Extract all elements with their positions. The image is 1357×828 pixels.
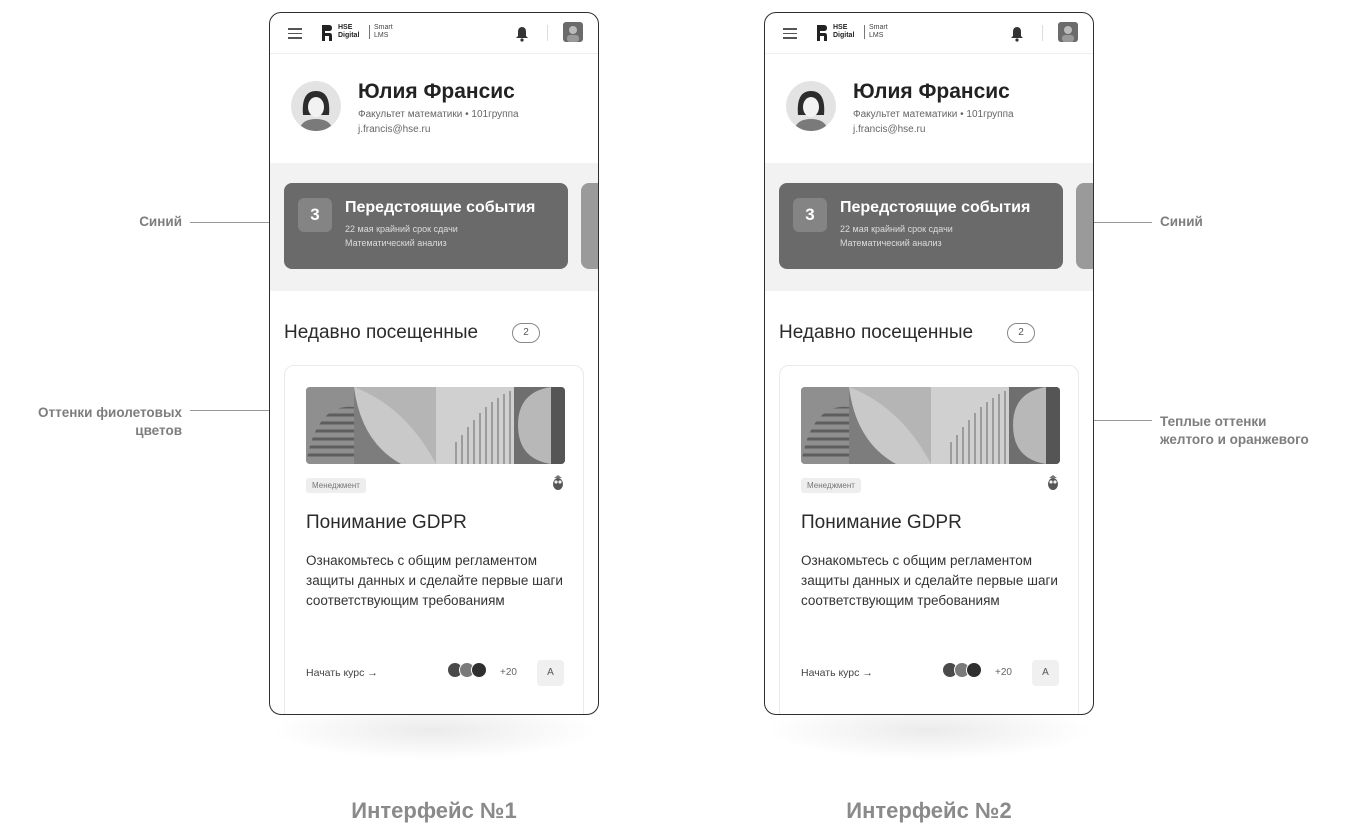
annotation-banner-color-left: Оттенки фиолетовых цветов bbox=[0, 404, 182, 440]
annotation-text: желтого и оранжевого bbox=[1160, 432, 1309, 447]
font-size-button[interactable]: A bbox=[1032, 660, 1059, 686]
app-header: HSE Digital Smart LMS bbox=[765, 13, 1093, 53]
profile-faculty-group: Факультет математики • 101группа bbox=[358, 109, 519, 120]
phone-mockup-2: HSE Digital Smart LMS Юлия Франсис Факульт… bbox=[764, 12, 1094, 715]
font-size-button[interactable]: A bbox=[537, 660, 564, 686]
event-deadline: 22 мая крайний срок сдачи bbox=[345, 224, 458, 234]
profile-avatar bbox=[291, 81, 341, 131]
course-tag: Менеджмент bbox=[306, 478, 366, 493]
annotation-text: Теплые оттенки bbox=[1160, 414, 1267, 429]
header-divider bbox=[547, 25, 548, 41]
profile-section: Юлия Франсис Факультет математики • 101г… bbox=[270, 53, 598, 163]
event-title: Передстоящие события bbox=[345, 199, 536, 216]
profile-email[interactable]: j.francis@hse.ru bbox=[358, 124, 430, 135]
annotation-banner-color-right: Теплые оттенки желтого и оранжевого bbox=[1160, 413, 1309, 449]
profile-name: Юлия Франсис bbox=[358, 80, 515, 103]
participant-avatar bbox=[471, 662, 487, 678]
events-section: 3 Передстоящие события 22 мая крайний ср… bbox=[765, 163, 1093, 291]
participant-avatar bbox=[966, 662, 982, 678]
bell-icon[interactable] bbox=[515, 26, 529, 42]
logo-divider bbox=[369, 25, 370, 39]
hamburger-menu-icon[interactable] bbox=[288, 28, 302, 39]
hse-logo-icon bbox=[322, 25, 332, 41]
event-title: Передстоящие события bbox=[840, 199, 1031, 216]
start-course-link[interactable]: Начать курс → bbox=[801, 667, 873, 679]
interface-caption-1: Интерфейс №1 bbox=[351, 798, 517, 823]
course-title[interactable]: Понимание GDPR bbox=[306, 512, 467, 534]
course-banner-image bbox=[306, 387, 565, 464]
profile-section: Юлия Франсис Факультет математики • 101г… bbox=[765, 53, 1093, 163]
header-divider bbox=[1042, 25, 1043, 41]
events-section: 3 Передстоящие события 22 мая крайний ср… bbox=[270, 163, 598, 291]
profile-name: Юлия Франсис bbox=[853, 80, 1010, 103]
upcoming-events-card[interactable]: 3 Передстоящие события 22 мая крайний ср… bbox=[284, 183, 568, 269]
course-banner-image bbox=[801, 387, 1060, 464]
course-description: Ознакомьтесь с общим регламентом защиты … bbox=[801, 553, 1058, 608]
recent-count-badge: 2 bbox=[1007, 323, 1035, 343]
logo-text: HSE Digital bbox=[833, 24, 855, 39]
upcoming-events-card[interactable]: 3 Передстоящие события 22 мая крайний ср… bbox=[779, 183, 1063, 269]
event-subject: Математический анализ bbox=[840, 238, 942, 248]
course-description: Ознакомьтесь с общим регламентом защиты … bbox=[306, 553, 563, 608]
interface-caption-2: Интерфейс №2 bbox=[846, 798, 1012, 823]
course-mascot-icon bbox=[553, 475, 563, 490]
event-subject: Математический анализ bbox=[345, 238, 447, 248]
course-mascot-icon bbox=[1048, 475, 1058, 490]
product-name: Smart LMS bbox=[869, 24, 888, 39]
event-deadline: 22 мая крайний срок сдачи bbox=[840, 224, 953, 234]
annotation-text: цветов bbox=[135, 423, 182, 438]
profile-avatar bbox=[786, 81, 836, 131]
profile-email[interactable]: j.francis@hse.ru bbox=[853, 124, 925, 135]
participants-avatars bbox=[447, 662, 491, 678]
course-card[interactable]: Менеджмент Понимание GDPR Ознакомьтесь с… bbox=[284, 365, 584, 714]
event-count-badge: 3 bbox=[793, 198, 827, 232]
recent-title: Недавно посещенные bbox=[779, 322, 974, 343]
recent-title: Недавно посещенные bbox=[284, 322, 479, 343]
phone-mockup-1: HSE Digital Smart LMS Юлия Франсис Факульт… bbox=[269, 12, 599, 715]
start-course-link[interactable]: Начать курс → bbox=[306, 667, 378, 679]
next-event-card[interactable] bbox=[1076, 183, 1093, 269]
logo-text: HSE Digital bbox=[338, 24, 360, 39]
logo-divider bbox=[864, 25, 865, 39]
annotation-event-color-left: Синий bbox=[139, 214, 182, 229]
product-name: Smart LMS bbox=[374, 24, 393, 39]
hse-logo-icon bbox=[817, 25, 827, 41]
user-avatar-icon[interactable] bbox=[1058, 22, 1078, 42]
user-avatar-icon[interactable] bbox=[563, 22, 583, 42]
profile-faculty-group: Факультет математики • 101группа bbox=[853, 109, 1014, 120]
course-title[interactable]: Понимание GDPR bbox=[801, 512, 962, 534]
bell-icon[interactable] bbox=[1010, 26, 1024, 42]
hamburger-menu-icon[interactable] bbox=[783, 28, 797, 39]
recent-count-badge: 2 bbox=[512, 323, 540, 343]
annotation-text: Оттенки фиолетовых bbox=[38, 405, 182, 420]
participants-avatars bbox=[942, 662, 986, 678]
annotation-event-color-right: Синий bbox=[1160, 214, 1203, 229]
course-tag: Менеджмент bbox=[801, 478, 861, 493]
participants-more-count: +20 bbox=[995, 667, 1012, 678]
app-header: HSE Digital Smart LMS bbox=[270, 13, 598, 53]
next-event-card[interactable] bbox=[581, 183, 598, 269]
course-card[interactable]: Менеджмент Понимание GDPR Ознакомьтесь с… bbox=[779, 365, 1079, 714]
event-count-badge: 3 bbox=[298, 198, 332, 232]
participants-more-count: +20 bbox=[500, 667, 517, 678]
